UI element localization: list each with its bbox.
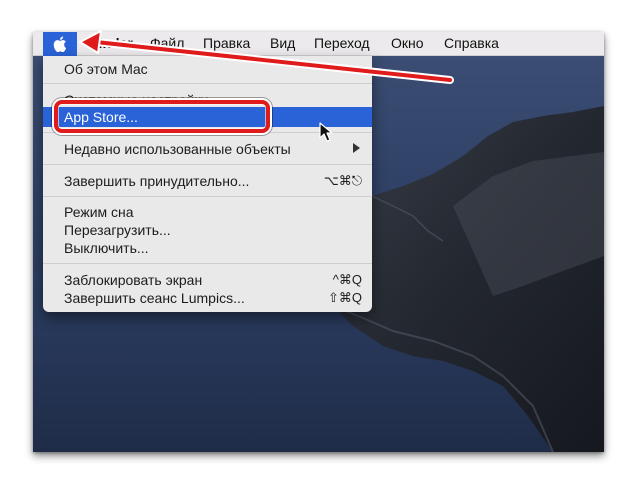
- mouse-pointer-icon: [319, 122, 333, 142]
- annotation-arrow-icon: [79, 30, 454, 84]
- annotation-overlay: [79, 30, 454, 142]
